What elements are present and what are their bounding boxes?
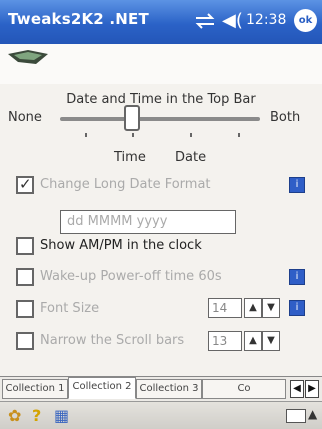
slider-track[interactable] bbox=[60, 117, 260, 121]
screen: Tweaks2K2 .NET ◀︎( 12:38 ok Date and Tim… bbox=[0, 0, 322, 429]
spin-down-icon[interactable]: ▼ bbox=[262, 331, 280, 351]
font-size-checkbox[interactable] bbox=[16, 300, 34, 318]
slider-tick bbox=[238, 133, 240, 137]
narrow-scroll-label: Narrow the Scroll bars bbox=[40, 333, 185, 348]
change-long-date-checkbox[interactable] bbox=[16, 175, 34, 194]
info-button-icon[interactable]: i bbox=[289, 300, 305, 316]
info-button-icon[interactable]: i bbox=[289, 269, 305, 285]
slider-right-label: Both bbox=[270, 110, 301, 125]
slider-label-time: Time bbox=[114, 150, 146, 165]
change-long-date-label: Change Long Date Format bbox=[40, 177, 211, 192]
start-icon[interactable]: ✿ bbox=[8, 407, 21, 425]
show-ampm-checkbox[interactable] bbox=[16, 237, 34, 255]
slider-label-date: Date bbox=[175, 150, 207, 165]
slider-title: Date and Time in the Top Bar bbox=[66, 92, 256, 107]
keyboard-icon[interactable] bbox=[286, 409, 306, 423]
calendar-icon[interactable]: ▦ bbox=[54, 407, 69, 425]
font-size-value[interactable]: 14 bbox=[208, 298, 242, 318]
spin-up-icon[interactable]: ▲ bbox=[244, 298, 262, 318]
title-bar: Tweaks2K2 .NET ◀︎( 12:38 ok bbox=[0, 0, 322, 44]
app-title: Tweaks2K2 .NET bbox=[8, 10, 149, 28]
show-ampm-label: Show AM/PM in the clock bbox=[40, 238, 202, 253]
wake-up-label: Wake-up Power-off time 60s bbox=[40, 269, 222, 284]
settings-panel: Date and Time in the Top Bar None Both T… bbox=[0, 84, 322, 374]
wake-up-checkbox[interactable] bbox=[16, 268, 34, 286]
tab-strip: Collection 1 Collection 2 Collection 3 C… bbox=[0, 376, 322, 401]
tab-collection-4[interactable]: Co bbox=[202, 379, 286, 399]
input-menu-arrow-icon[interactable]: ▲ bbox=[308, 407, 317, 421]
spin-up-icon[interactable]: ▲ bbox=[244, 331, 262, 351]
spin-down-icon[interactable]: ▼ bbox=[262, 298, 280, 318]
info-button-icon[interactable]: i bbox=[289, 177, 305, 193]
tab-right-arrow-icon[interactable]: ▶ bbox=[305, 380, 319, 398]
scroll-size-value[interactable]: 13 bbox=[208, 331, 242, 351]
clock[interactable]: 12:38 bbox=[246, 12, 286, 28]
tab-left-arrow-icon[interactable]: ◀ bbox=[290, 380, 304, 398]
bottom-bar: ✿ ? ▦ ▲ bbox=[0, 401, 322, 429]
help-icon[interactable]: ? bbox=[32, 407, 41, 425]
tab-collection-1[interactable]: Collection 1 bbox=[2, 379, 68, 399]
slider-tick bbox=[132, 133, 134, 137]
signal-icon[interactable] bbox=[194, 13, 216, 29]
font-size-label: Font Size bbox=[40, 301, 100, 316]
slider-thumb[interactable] bbox=[124, 105, 140, 131]
slider-tick bbox=[85, 133, 87, 137]
slider-left-label: None bbox=[8, 110, 42, 125]
tab-collection-2[interactable]: Collection 2 bbox=[68, 377, 136, 399]
narrow-scroll-checkbox[interactable] bbox=[16, 332, 34, 350]
device-logo-icon bbox=[8, 50, 48, 64]
slider-tick bbox=[190, 133, 192, 137]
date-format-input[interactable]: dd MMMM yyyy bbox=[60, 210, 236, 234]
tab-collection-3[interactable]: Collection 3 bbox=[136, 379, 202, 399]
volume-icon[interactable]: ◀︎( bbox=[222, 9, 243, 33]
ok-button[interactable]: ok bbox=[294, 9, 317, 32]
